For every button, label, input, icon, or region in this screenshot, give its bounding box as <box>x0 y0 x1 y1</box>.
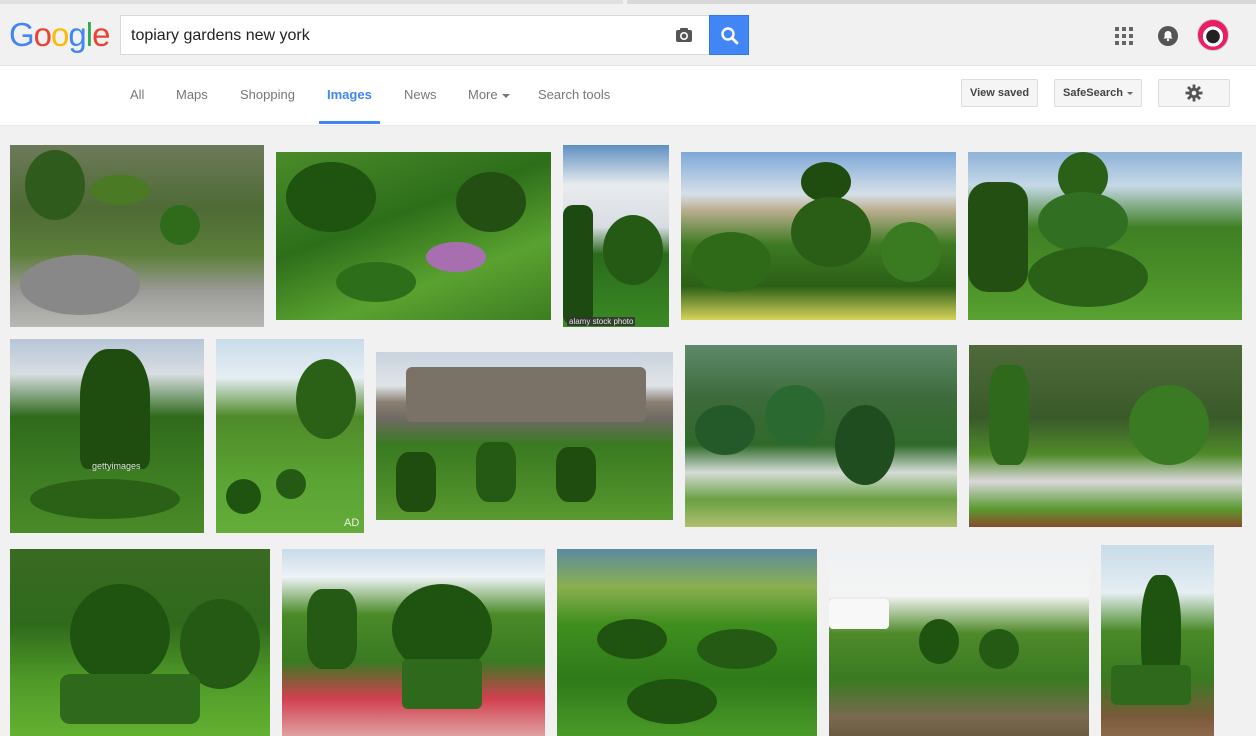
image-result[interactable] <box>10 145 264 327</box>
active-tab-indicator <box>319 121 380 124</box>
chevron-down-icon <box>1126 91 1133 95</box>
logo-letter: o <box>51 16 69 53</box>
tab-images[interactable]: Images <box>327 87 372 102</box>
gear-icon <box>1185 84 1203 102</box>
tab-more[interactable]: More <box>468 87 510 102</box>
tab-more-label: More <box>468 87 498 102</box>
watermark: AD <box>344 517 360 529</box>
camera-icon[interactable] <box>674 25 694 45</box>
header: Google <box>0 0 1256 66</box>
bell-glyph-icon <box>1163 31 1173 42</box>
image-result[interactable]: alamy stock photo <box>563 145 669 327</box>
watermark: alamy stock photo <box>567 317 636 326</box>
watermark: gettyimages <box>92 461 141 471</box>
logo-letter: o <box>33 16 52 53</box>
notifications-bell-icon[interactable] <box>1158 26 1178 46</box>
logo-letter: G <box>9 16 35 53</box>
image-result[interactable] <box>1101 545 1214 736</box>
search-tools-button[interactable]: Search tools <box>538 87 610 102</box>
logo-letter: g <box>68 16 86 53</box>
image-result[interactable] <box>10 549 270 736</box>
search-button[interactable] <box>709 15 749 55</box>
browser-tab-left <box>0 0 623 4</box>
chevron-down-icon <box>501 93 510 98</box>
image-result[interactable] <box>968 152 1242 320</box>
tab-news[interactable]: News <box>404 87 437 102</box>
image-result[interactable]: gettyimages <box>10 339 204 533</box>
tab-shopping[interactable]: Shopping <box>240 87 295 102</box>
safesearch-button[interactable]: SafeSearch <box>1054 79 1142 107</box>
search-box <box>120 15 709 55</box>
safesearch-label: SafeSearch <box>1063 87 1123 99</box>
image-result[interactable] <box>376 352 673 520</box>
image-result[interactable] <box>829 549 1089 736</box>
view-saved-button[interactable]: View saved <box>961 79 1038 107</box>
image-result[interactable]: AD <box>216 339 364 533</box>
browser-tab-right <box>627 0 1256 4</box>
image-result[interactable] <box>276 152 551 320</box>
image-result[interactable] <box>282 549 545 736</box>
image-result[interactable] <box>557 549 817 736</box>
image-result[interactable] <box>681 152 956 320</box>
google-logo[interactable]: Google <box>9 16 110 54</box>
settings-button[interactable] <box>1158 79 1230 107</box>
google-images-page: Google topiary gardens new york All Maps… <box>0 0 1256 736</box>
image-result[interactable] <box>685 345 957 527</box>
apps-grid-icon[interactable] <box>1115 27 1133 45</box>
image-result[interactable] <box>969 345 1242 527</box>
search-input[interactable] <box>131 25 661 47</box>
tab-all[interactable]: All <box>130 87 144 102</box>
search-tabs-bar: All Maps Shopping Images News More Searc… <box>0 66 1256 126</box>
account-avatar[interactable] <box>1197 19 1229 51</box>
search-icon <box>721 27 739 45</box>
tab-maps[interactable]: Maps <box>176 87 208 102</box>
logo-letter: e <box>92 16 110 53</box>
